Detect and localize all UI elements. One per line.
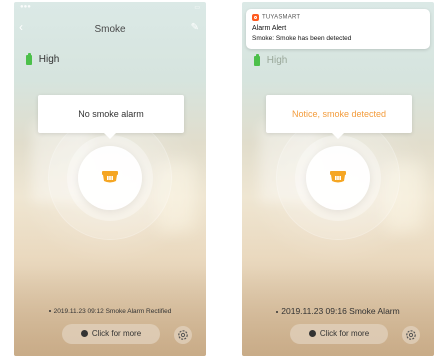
log-text: 2019.11.23 09:16 Smoke Alarm	[281, 306, 400, 316]
clock-icon	[80, 329, 88, 337]
notification-app-name: TUYASMART	[262, 14, 301, 21]
battery-label: High	[266, 55, 288, 66]
notification-body: Smoke: Smoke has been detected	[252, 35, 352, 42]
app-screen-normal: ●●● ▭ ‹ Smoke ✎ High No smoke alarm 2019…	[14, 2, 206, 356]
battery-level: High	[254, 53, 288, 69]
battery-icon	[254, 53, 260, 66]
status-text: No smoke alarm	[78, 109, 144, 119]
latest-log-entry: 2019.11.23 09:12 Smoke Alarm Rectified	[14, 308, 206, 315]
settings-button[interactable]	[174, 326, 192, 344]
status-text: Notice, smoke detected	[291, 109, 387, 119]
smoke-detector-icon	[102, 171, 118, 183]
tuyasmart-logo-icon	[252, 14, 259, 21]
click-for-more-button[interactable]: Click for more	[62, 324, 160, 344]
bullet-icon	[276, 310, 279, 313]
notification-title: Alarm Alert	[252, 25, 287, 32]
battery-level: High	[26, 52, 60, 68]
clock-icon	[308, 329, 316, 337]
bullet-icon	[48, 310, 51, 313]
smoke-detector-icon	[330, 171, 346, 183]
status-bar: ●●● ▭	[14, 2, 206, 12]
latest-log-entry: 2019.11.23 09:16 Smoke Alarm	[242, 306, 434, 316]
push-notification[interactable]: TUYASMART Alarm Alert Smoke: Smoke has b…	[246, 9, 430, 49]
more-button-label: Click for more	[319, 329, 370, 338]
gear-icon	[178, 330, 188, 340]
page-title: Smoke	[94, 24, 126, 35]
click-for-more-button[interactable]: Click for more	[290, 324, 388, 344]
battery-icon	[26, 52, 32, 65]
status-bubble: Notice, smoke detected	[266, 95, 412, 139]
gear-icon	[406, 330, 416, 340]
battery-status-icon: ▭	[194, 5, 200, 11]
nav-bar: ‹ Smoke ✎	[14, 16, 206, 42]
status-bubble: No smoke alarm	[38, 95, 184, 139]
log-text: 2019.11.23 09:12 Smoke Alarm Rectified	[53, 308, 172, 315]
settings-button[interactable]	[402, 326, 420, 344]
signal-icon: ●●●	[20, 4, 31, 10]
notification-app-row: TUYASMART	[252, 14, 300, 21]
app-screen-alarm: TUYASMART Alarm Alert Smoke: Smoke has b…	[242, 2, 434, 356]
battery-label: High	[38, 54, 60, 65]
pencil-icon[interactable]: ✎	[191, 22, 199, 33]
more-button-label: Click for more	[91, 329, 142, 338]
